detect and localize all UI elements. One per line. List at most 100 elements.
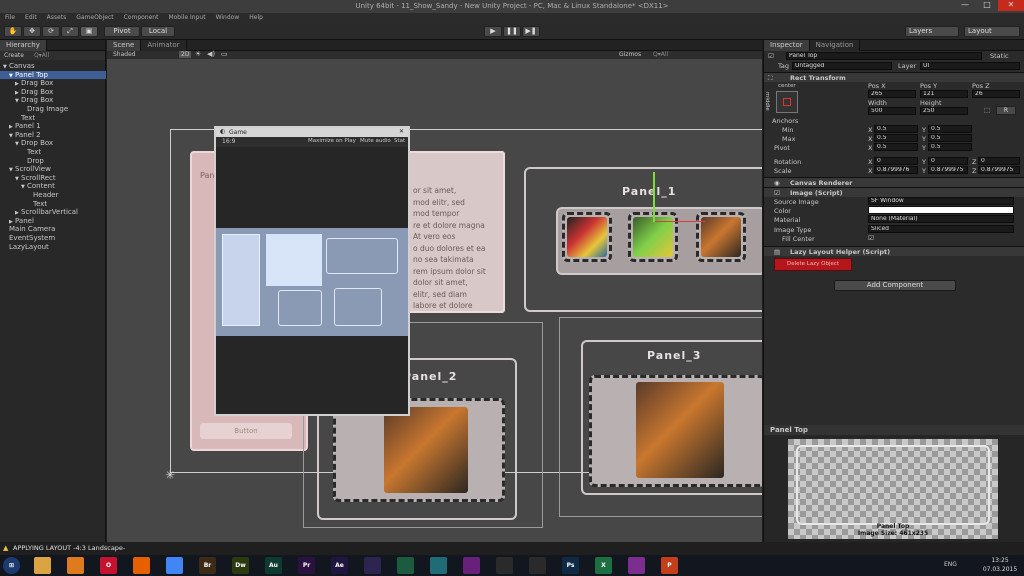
hierarchy-item[interactable]: ▶ Drag Box	[0, 79, 106, 87]
menu-file[interactable]: File	[0, 13, 20, 22]
pivot-toggle[interactable]: Pivot	[104, 26, 140, 37]
panel-1-frame[interactable]: Panel_1	[524, 167, 762, 312]
pivot-x-field[interactable]: 0.5	[874, 143, 918, 151]
firefox-icon[interactable]	[133, 557, 150, 574]
rotate-tool-icon[interactable]: ⟳	[42, 26, 60, 37]
source-image-field[interactable]: SF Window	[868, 197, 1014, 205]
canvas-corner-handle[interactable]: ✳	[165, 468, 175, 482]
panel-3-frame[interactable]: Panel_3	[581, 340, 762, 495]
close-button[interactable]: ✕	[998, 0, 1024, 11]
menu-help[interactable]: Help	[244, 13, 268, 22]
hierarchy-item[interactable]: Main Camera	[0, 225, 106, 233]
image-type-dropdown[interactable]: Sliced	[868, 225, 1014, 233]
canvas-renderer-header[interactable]: ◉ Canvas Renderer	[764, 177, 1024, 187]
create-button[interactable]: Create	[4, 52, 24, 59]
after-effects-icon[interactable]: Ae	[331, 557, 348, 574]
photoshop-icon[interactable]: Ps	[562, 557, 579, 574]
hierarchy-item[interactable]: ▶ Panel	[0, 217, 106, 225]
anchor-max-y[interactable]: 0.5	[928, 134, 972, 142]
unity-icon-2[interactable]	[529, 557, 546, 574]
premiere-icon[interactable]: Pr	[298, 557, 315, 574]
drag-image-3[interactable]	[701, 217, 741, 257]
powerpoint-icon[interactable]: P	[661, 557, 678, 574]
visual-studio-icon[interactable]	[463, 557, 480, 574]
light-icon[interactable]: ☀	[195, 50, 201, 58]
audio-icon[interactable]: ◀)	[207, 50, 215, 58]
unity-icon[interactable]	[496, 557, 513, 574]
menu-gameobject[interactable]: GameObject	[71, 13, 118, 22]
game-window[interactable]: ◐ Game ✕ 16:9 Maximize on Play Mute audi…	[214, 126, 410, 416]
hierarchy-item[interactable]: ▼ Panel Top	[0, 70, 106, 79]
tag-dropdown[interactable]: Untagged	[792, 62, 892, 70]
hierarchy-item[interactable]: ▼ Drop Box	[0, 139, 106, 147]
tab-scene[interactable]: Scene	[107, 40, 142, 51]
hierarchy-item[interactable]: ▼ Drag Box	[0, 96, 106, 104]
image-enabled-checkbox[interactable]: ☑	[774, 189, 780, 197]
audition-icon[interactable]: Au	[265, 557, 282, 574]
hierarchy-item[interactable]: ▼ Panel 2	[0, 131, 106, 139]
stats-toggle[interactable]: Stat	[394, 138, 405, 144]
hierarchy-search[interactable]: Q▾All	[34, 52, 49, 59]
start-button[interactable]: ⊞	[3, 557, 20, 574]
lazy-helper-header[interactable]: ▤ Lazy Layout Helper (Script)	[764, 246, 1024, 256]
play-icon[interactable]: ▶	[484, 26, 502, 37]
media-encoder-icon[interactable]	[364, 557, 381, 574]
scene-search[interactable]: Q▾All	[653, 51, 668, 58]
folder-icon[interactable]	[34, 557, 51, 574]
gizmos-dropdown[interactable]: Gizmos	[619, 51, 641, 58]
hierarchy-item[interactable]: Text	[0, 148, 106, 156]
scene-view[interactable]: Scene Animator Shaded 2D ☀ ◀) ▭ Gizmos Q▾…	[107, 40, 762, 542]
tab-inspector[interactable]: Inspector	[764, 40, 810, 51]
delete-lazy-object-button[interactable]: Delete Lazy Object	[774, 258, 852, 271]
maximize-button[interactable]: □	[976, 0, 998, 11]
layout-dropdown[interactable]: Layout	[964, 26, 1020, 37]
pause-icon[interactable]: ❚❚	[503, 26, 521, 37]
media-player-icon[interactable]	[67, 557, 84, 574]
anchor-max-x[interactable]: 0.5	[874, 134, 918, 142]
rect-transform-header[interactable]: ⛶ Rect Transform	[764, 72, 1024, 82]
gizmo-x-axis[interactable]	[655, 221, 705, 222]
menu-component[interactable]: Component	[119, 13, 164, 22]
hierarchy-item[interactable]: Header	[0, 191, 106, 199]
local-toggle[interactable]: Local	[141, 26, 175, 37]
pos-z-field[interactable]: 26	[972, 90, 1020, 98]
scale-z[interactable]: 0.8799975	[978, 166, 1020, 174]
panel-3-slot[interactable]	[589, 375, 762, 487]
rect-tool-icon[interactable]: ▣	[80, 26, 98, 37]
hierarchy-item[interactable]: Drag Image	[0, 105, 106, 113]
tab-animator[interactable]: Animator	[141, 40, 187, 51]
scale-y[interactable]: 0.8799975	[928, 166, 968, 174]
pivot-y-field[interactable]: 0.5	[928, 143, 972, 151]
hand-tool-icon[interactable]: ✋	[4, 26, 22, 37]
drag-box-1[interactable]	[562, 212, 612, 262]
tab-navigation[interactable]: Navigation	[809, 40, 861, 51]
game-viewport[interactable]	[216, 228, 408, 336]
pos-y-field[interactable]: 121	[920, 90, 968, 98]
hierarchy-item[interactable]: Text	[0, 114, 106, 122]
hierarchy-item[interactable]: ▶ Drag Box	[0, 88, 106, 96]
add-component-button[interactable]: Add Component	[834, 280, 956, 291]
tab-hierarchy[interactable]: Hierarchy	[0, 40, 47, 51]
object-name-field[interactable]: Panel Top	[786, 52, 982, 60]
maximize-on-play-toggle[interactable]: Maximize on Play	[308, 138, 356, 144]
hierarchy-item[interactable]: ▶ Panel 1	[0, 122, 106, 130]
raw-edit-button[interactable]: R	[996, 106, 1016, 115]
bridge-icon[interactable]: Br	[199, 557, 216, 574]
hierarchy-item[interactable]: ▼ ScrollRect	[0, 174, 106, 182]
left-panel-button[interactable]: Button	[200, 423, 292, 439]
anchor-min-y[interactable]: 0.5	[928, 125, 972, 133]
layers-dropdown[interactable]: Layers	[905, 26, 959, 37]
menu-mobile-input[interactable]: Mobile Input	[163, 13, 210, 22]
hierarchy-item[interactable]: ▼ Canvas	[0, 62, 106, 70]
aspect-dropdown[interactable]: 16:9	[222, 138, 235, 145]
tray-clock[interactable]: 13:25 07.03.2015	[980, 556, 1020, 574]
chrome-icon[interactable]	[166, 557, 183, 574]
hierarchy-item[interactable]: ▶ ScrollbarVertical	[0, 208, 106, 216]
hierarchy-item[interactable]: EventSystem	[0, 234, 106, 242]
scale-tool-icon[interactable]: ⤢	[61, 26, 79, 37]
game-close-icon[interactable]: ✕	[399, 128, 404, 135]
height-field[interactable]: 250	[920, 107, 968, 115]
anchors-foldout[interactable]: Anchors	[772, 117, 798, 125]
step-icon[interactable]: ▶❚	[522, 26, 540, 37]
pos-x-field[interactable]: 265	[868, 90, 916, 98]
